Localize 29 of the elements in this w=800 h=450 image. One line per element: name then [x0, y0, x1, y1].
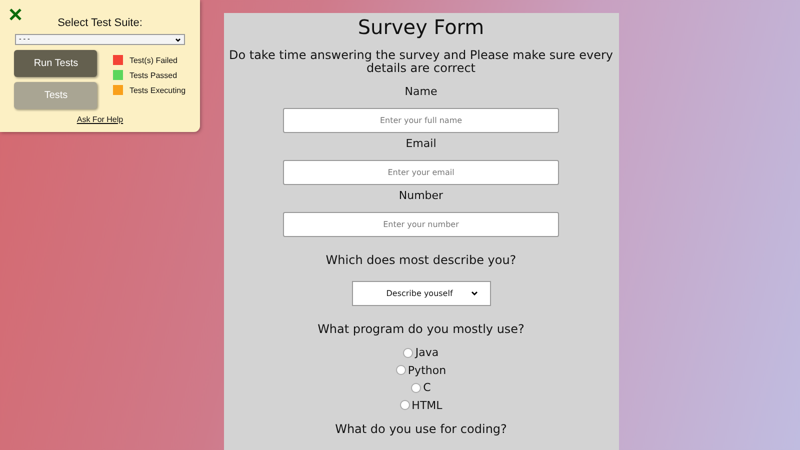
form-title: Survey Form — [358, 15, 484, 39]
input-field[interactable]: Enter your full name — [283, 108, 559, 134]
radio-label: HTML — [412, 398, 442, 412]
help-link[interactable]: Ask For Help — [76, 115, 124, 124]
panel-title: Select Test Suite: — [58, 17, 142, 29]
chevron-down-icon — [175, 38, 181, 42]
describe-select[interactable]: Describe youself — [352, 281, 490, 306]
radio-button[interactable] — [400, 400, 410, 410]
radio-label: Python — [408, 364, 446, 377]
legend-label: Tests Passed — [129, 70, 178, 80]
test-button[interactable]: Run Tests — [14, 50, 98, 77]
question-text: Which does most describe you? — [326, 253, 516, 268]
question-text: What program do you mostly use? — [318, 322, 524, 336]
legend-label: Tests Executing — [129, 86, 186, 94]
radio-button[interactable] — [403, 348, 414, 358]
form-description: Do take time answering the survey and Please make sure every details are correct — [228, 49, 614, 75]
radio-button[interactable] — [396, 365, 406, 376]
radio-label: Java — [415, 346, 439, 360]
question-text: What do you use for coding? — [335, 422, 507, 436]
input-field[interactable]: Enter your email — [283, 160, 559, 186]
legend-label: Test(s) Failed — [129, 56, 178, 64]
field-label: Name — [404, 85, 438, 98]
radio-button[interactable] — [411, 382, 422, 393]
input-field[interactable]: Enter your number — [283, 212, 559, 238]
close-icon[interactable] — [9, 8, 22, 21]
chevron-down-icon — [470, 291, 478, 296]
field-label: Email — [406, 137, 436, 150]
radio-label: C — [423, 381, 431, 394]
field-label: Number — [398, 189, 444, 202]
